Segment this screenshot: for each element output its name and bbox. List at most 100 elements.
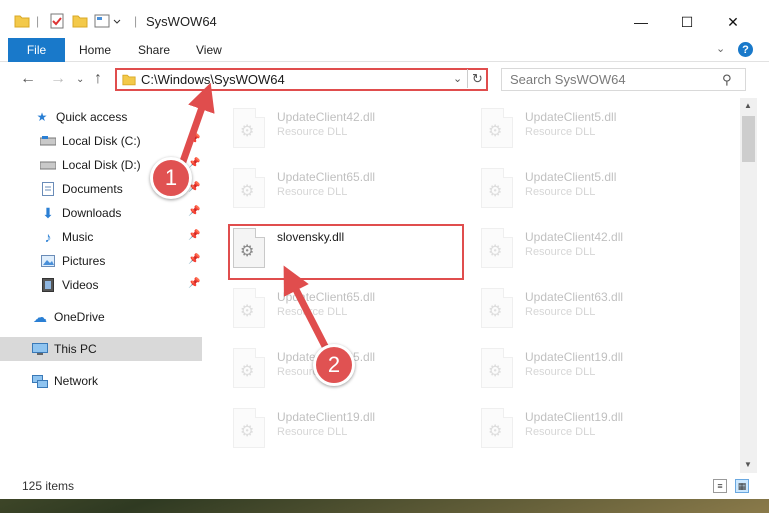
folder-icon[interactable]	[14, 10, 30, 32]
file-type: Resource DLL	[525, 366, 596, 378]
file-item[interactable]: ⚙ UpdateClient19.dll Resource DLL	[461, 402, 691, 458]
network-icon	[32, 374, 48, 388]
cloud-icon: ☁	[33, 308, 47, 325]
file-name: UpdateClient19.dll	[525, 410, 624, 424]
sidebar-item-label: Network	[54, 374, 99, 388]
documents-icon	[40, 182, 56, 196]
dll-file-icon: ⚙	[481, 168, 513, 208]
refresh-icon[interactable]: ↻	[472, 71, 483, 87]
search-icon[interactable]: ⚲	[722, 72, 732, 88]
recent-locations-icon[interactable]: ⌄	[76, 74, 84, 85]
new-folder-icon[interactable]	[72, 10, 88, 32]
dll-file-icon: ⚙	[481, 288, 513, 328]
pin-icon[interactable]: 📌	[188, 230, 200, 241]
tab-home[interactable]: Home	[79, 38, 111, 62]
large-icons-view-icon[interactable]: ▦	[735, 479, 749, 493]
sidebar-item-pictures[interactable]: Pictures 📌	[0, 249, 202, 273]
separator: |	[36, 14, 40, 28]
file-type: Resource DLL	[525, 186, 596, 198]
separator	[467, 69, 468, 88]
item-count: 125 items	[22, 479, 75, 493]
pin-icon[interactable]: 📌	[188, 206, 200, 217]
help-icon[interactable]: ?	[738, 42, 753, 57]
videos-icon	[40, 278, 56, 292]
file-name: UpdateClient5.dll	[525, 170, 617, 184]
maximize-button[interactable]: ☐	[664, 8, 710, 36]
file-explorer-window: | | SysWOW64 — ☐ ✕ File Home Share View …	[0, 0, 769, 499]
close-button[interactable]: ✕	[710, 8, 756, 36]
sidebar-item-onedrive[interactable]: ☁ OneDrive	[0, 305, 202, 329]
sidebar-item-label: Videos	[62, 278, 99, 292]
sidebar-item-quick-access[interactable]: ★ Quick access	[0, 105, 202, 129]
sidebar-item-videos[interactable]: Videos 📌	[0, 273, 202, 297]
music-icon: ♪	[44, 229, 52, 245]
file-name: UpdateClient65.dll	[277, 170, 376, 184]
sidebar-item-music[interactable]: ♪ Music 📌	[0, 225, 202, 249]
drive-icon	[40, 134, 56, 148]
sidebar-item-label: This PC	[54, 342, 97, 356]
file-name: UpdateClient42.dll	[525, 230, 624, 244]
tab-view[interactable]: View	[196, 38, 222, 62]
sidebar-item-downloads[interactable]: ⬇ Downloads 📌	[0, 201, 202, 225]
vertical-scrollbar[interactable]: ▲ ▼	[740, 98, 757, 473]
dll-file-icon: ⚙	[233, 348, 265, 388]
scroll-thumb[interactable]	[742, 116, 755, 162]
file-item[interactable]: ⚙ UpdateClient5.dll Resource DLL	[461, 102, 691, 158]
drive-icon	[40, 158, 56, 172]
file-item[interactable]: ⚙ UpdateClient5.dll Resource DLL	[461, 162, 691, 218]
dll-file-icon: ⚙	[481, 228, 513, 268]
dll-file-icon: ⚙	[481, 348, 513, 388]
computer-icon	[32, 342, 48, 356]
address-bar[interactable]: C:\Windows\SysWOW64 ⌄ ↻	[115, 68, 488, 91]
file-name: UpdateClient63.dll	[525, 290, 624, 304]
pin-icon[interactable]: 📌	[188, 278, 200, 289]
folder-icon	[122, 73, 136, 89]
file-item[interactable]: ⚙ UpdateClient42.dll Resource DLL	[461, 222, 691, 278]
sidebar-item-label: Music	[62, 230, 94, 244]
dll-file-icon: ⚙	[233, 168, 265, 208]
up-arrow-icon[interactable]: ↑	[94, 70, 102, 88]
file-item[interactable]: ⚙ UpdateClient19.dll Resource DLL	[213, 402, 443, 458]
file-name: UpdateClient19.dll	[525, 350, 624, 364]
forward-arrow-icon[interactable]: →	[50, 70, 66, 88]
file-item[interactable]: ⚙ UpdateClient65.dll Resource DLL	[213, 162, 443, 218]
search-input[interactable]: Search SysWOW64	[501, 68, 746, 91]
dll-file-icon: ⚙	[233, 408, 265, 448]
pin-icon[interactable]: 📌	[188, 254, 200, 265]
file-item[interactable]: ⚙ UpdateClient63.dll Resource DLL	[461, 282, 691, 338]
step-1-badge: 1	[150, 157, 192, 199]
sidebar-item-label: Quick access	[56, 110, 128, 124]
chevron-down-icon[interactable]: ⌄	[716, 42, 725, 55]
sidebar-item-label: Pictures	[62, 254, 106, 268]
file-type: Resource DLL	[277, 426, 348, 438]
step-2-badge: 2	[313, 344, 355, 386]
minimize-button[interactable]: —	[618, 8, 664, 36]
title-bar: | | SysWOW64 — ☐ ✕	[0, 0, 769, 38]
separator: |	[134, 14, 138, 28]
navigation-pane: ★ Quick access Local Disk (C:) 📌 Local D…	[0, 98, 205, 473]
back-arrow-icon[interactable]: ←	[20, 70, 36, 88]
scroll-down-icon[interactable]: ▼	[744, 460, 752, 469]
file-type: Resource DLL	[525, 126, 596, 138]
sidebar-item-this-pc[interactable]: This PC	[0, 337, 202, 361]
tab-share[interactable]: Share	[138, 38, 170, 62]
file-item[interactable]: ⚙ UpdateClient65.dll Resource DLL	[213, 282, 443, 338]
details-view-icon[interactable]: ≡	[713, 479, 727, 493]
customize-qa-icon[interactable]	[94, 10, 122, 32]
pin-icon[interactable]: 📌	[188, 134, 200, 145]
status-bar: 125 items ≡ ▦	[0, 473, 769, 499]
file-item[interactable]: ⚙ UpdateClient42.dll Resource DLL	[213, 102, 443, 158]
properties-icon[interactable]	[50, 10, 64, 32]
file-item[interactable]: ⚙ UpdateClient19.dll Resource DLL	[461, 342, 691, 398]
sidebar-item-local-disk-c[interactable]: Local Disk (C:) 📌	[0, 129, 202, 153]
sidebar-item-label: OneDrive	[54, 310, 105, 324]
navigation-bar: ← → ⌄ ↑ C:\Windows\SysWOW64 ⌄ ↻ Search S…	[0, 62, 769, 96]
downloads-icon: ⬇	[42, 204, 54, 221]
sidebar-item-network[interactable]: Network	[0, 369, 202, 393]
address-history-icon[interactable]: ⌄	[453, 72, 462, 85]
tab-file[interactable]: File	[8, 38, 65, 62]
file-type: Resource DLL	[277, 306, 348, 318]
scroll-up-icon[interactable]: ▲	[744, 101, 752, 110]
address-path[interactable]: C:\Windows\SysWOW64	[141, 72, 285, 87]
pin-icon[interactable]: 📌	[188, 158, 200, 169]
